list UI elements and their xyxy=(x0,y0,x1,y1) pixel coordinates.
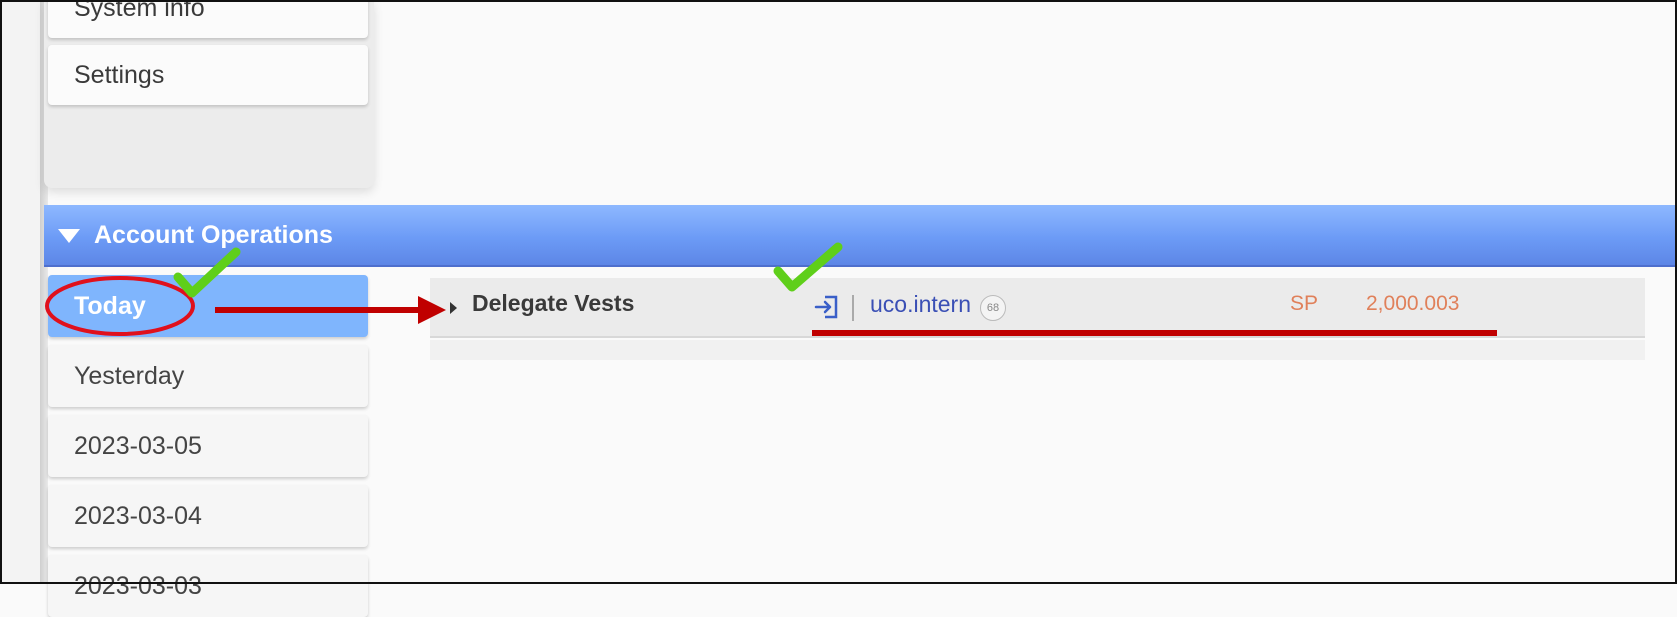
section-title: Account Operations xyxy=(94,221,333,249)
caret-right-icon[interactable] xyxy=(450,302,457,314)
date-label: Yesterday xyxy=(74,362,185,390)
triangle-down-icon[interactable] xyxy=(58,229,80,243)
date-label: Today xyxy=(74,292,146,320)
separator xyxy=(852,295,854,321)
date-label: 2023-03-03 xyxy=(74,572,202,600)
date-today[interactable]: Today xyxy=(48,275,368,337)
account-link[interactable]: uco.intern xyxy=(870,291,971,318)
left-gutter xyxy=(2,2,42,582)
sidebar-item-system-info[interactable]: System info xyxy=(48,0,368,38)
account-operations-header[interactable]: Account Operations xyxy=(44,205,1677,267)
date-yesterday[interactable]: Yesterday xyxy=(48,345,368,407)
date-label: 2023-03-05 xyxy=(74,432,202,460)
operation-type: Delegate Vests xyxy=(472,290,635,316)
date-label: 2023-03-04 xyxy=(74,502,202,530)
sidebar-item-settings[interactable]: Settings xyxy=(48,45,368,105)
operation-row-details xyxy=(430,340,1645,360)
unit-label: SP xyxy=(1290,292,1319,315)
date-2023-03-03[interactable]: 2023-03-03 xyxy=(48,555,368,617)
enter-arrow-icon xyxy=(814,294,840,325)
sidebar-item-label: System info xyxy=(74,0,205,22)
sidebar-item-label: Settings xyxy=(74,61,165,89)
reputation-badge: 68 xyxy=(980,295,1006,321)
date-2023-03-05[interactable]: 2023-03-05 xyxy=(48,415,368,477)
amount-value: 2,000.003 xyxy=(1366,292,1460,315)
date-2023-03-04[interactable]: 2023-03-04 xyxy=(48,485,368,547)
